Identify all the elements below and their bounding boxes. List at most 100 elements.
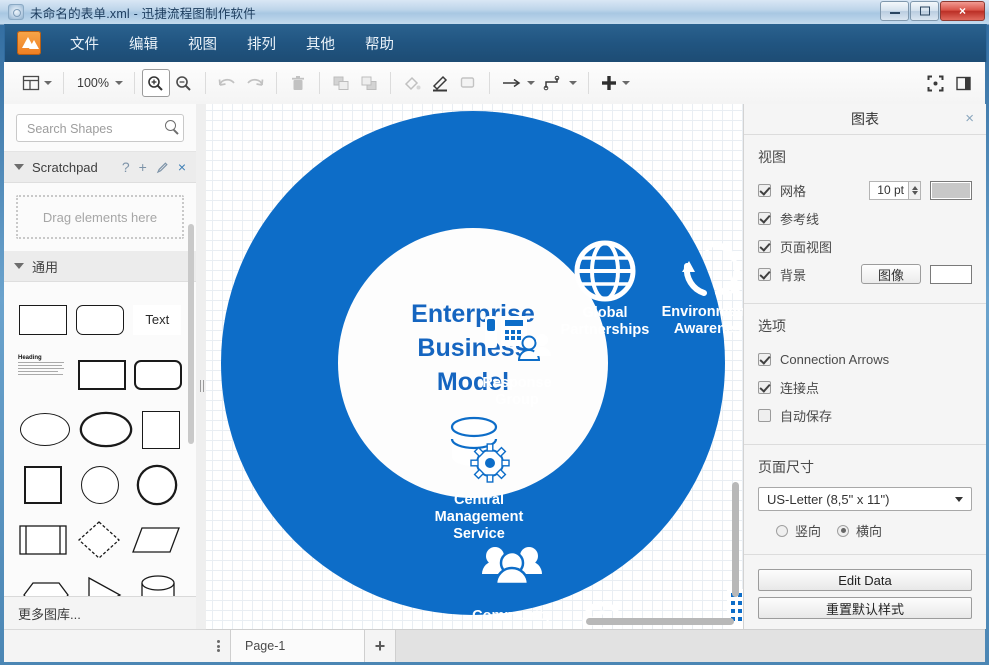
- app-logo-icon: [17, 31, 41, 55]
- diagram-canvas[interactable]: Enterprise Business Model Global Partner…: [206, 104, 743, 629]
- shape-heading-label: Heading: [18, 355, 70, 361]
- more-shapes-link[interactable]: 更多图库...: [4, 596, 196, 629]
- menu-item-extras[interactable]: 其他: [291, 29, 350, 58]
- shape-grid: Text Heading: [4, 282, 196, 622]
- award-gear-icon: [585, 604, 642, 629]
- menu-item-view[interactable]: 视图: [173, 29, 232, 58]
- autosave-label: 自动保存: [780, 406, 832, 425]
- shape-rectangle[interactable]: [19, 305, 67, 335]
- page-view-checkbox[interactable]: [758, 240, 771, 253]
- scratchpad-close-icon[interactable]: ×: [178, 159, 186, 175]
- grid-size-input[interactable]: 10 pt: [869, 181, 909, 200]
- segment-label: Management: [435, 509, 524, 525]
- shape-row: [4, 457, 196, 512]
- search-shapes-area: [4, 104, 196, 152]
- shape-rounded-rectangle[interactable]: [76, 305, 124, 335]
- scratchpad-edit-icon[interactable]: [156, 161, 169, 174]
- shape-parallelogram[interactable]: [131, 526, 181, 554]
- general-section-title: 通用: [32, 257, 58, 276]
- background-color-swatch[interactable]: [930, 265, 972, 284]
- shape-text[interactable]: Text: [133, 305, 181, 335]
- scratchpad-header[interactable]: Scratchpad ? + ×: [4, 152, 196, 183]
- toggle-format-panel-button[interactable]: [949, 69, 977, 97]
- insert-button[interactable]: [596, 69, 634, 97]
- guides-checkbox[interactable]: [758, 212, 771, 225]
- shape-circle[interactable]: [81, 466, 119, 504]
- fill-color-button[interactable]: [398, 69, 426, 97]
- connection-points-checkbox[interactable]: [758, 381, 771, 394]
- shape-double-circle[interactable]: [138, 466, 176, 504]
- circular-infographic[interactable]: Enterprise Business Model Global Partner…: [206, 104, 743, 629]
- toolbar: 100%: [4, 62, 985, 105]
- segment-technology-certificates[interactable]: Technology Certificates: [574, 604, 654, 629]
- shape-process[interactable]: [19, 525, 67, 555]
- redo-button[interactable]: [241, 69, 269, 97]
- shape-row: [4, 512, 196, 567]
- page-tab-page-1[interactable]: Page-1: [231, 630, 365, 662]
- background-image-button[interactable]: 图像: [861, 264, 921, 284]
- zoom-out-button[interactable]: [170, 69, 198, 97]
- shape-square[interactable]: [142, 411, 180, 449]
- page-size-select[interactable]: US-Letter (8,5" x 11"): [758, 487, 972, 511]
- portrait-radio[interactable]: [776, 525, 788, 537]
- scratchpad-add-icon[interactable]: +: [139, 159, 147, 175]
- zoom-in-button[interactable]: [142, 69, 170, 97]
- segment-label: Partnerships: [561, 322, 650, 338]
- app-window-icon: [8, 4, 24, 20]
- landscape-radio[interactable]: [837, 525, 849, 537]
- orientation-radios: 竖向 横向: [758, 521, 972, 540]
- arrow-style-button[interactable]: [497, 69, 539, 97]
- zoom-level-button[interactable]: 100%: [71, 69, 127, 97]
- edit-data-button[interactable]: Edit Data: [758, 569, 972, 591]
- canvas-horizontal-scrollbar[interactable]: [586, 618, 734, 625]
- window-controls: ×: [880, 1, 985, 22]
- general-section-header[interactable]: 通用: [4, 251, 196, 282]
- canvas-vertical-scrollbar[interactable]: [732, 482, 739, 597]
- shape-ellipse[interactable]: [20, 413, 70, 446]
- shape-heading-text[interactable]: Heading: [18, 355, 70, 395]
- search-shapes-box[interactable]: [16, 114, 184, 142]
- scratchpad-help-icon[interactable]: ?: [122, 159, 130, 175]
- maximize-button[interactable]: [910, 1, 939, 21]
- page-menu-button[interactable]: [206, 630, 231, 662]
- menu-item-arrange[interactable]: 排列: [232, 29, 291, 58]
- shape-row: Text: [4, 292, 196, 347]
- fullscreen-button[interactable]: [921, 69, 949, 97]
- send-to-back-button[interactable]: [355, 69, 383, 97]
- menu-item-edit[interactable]: 编辑: [114, 29, 173, 58]
- undo-button[interactable]: [213, 69, 241, 97]
- shape-diamond[interactable]: [77, 520, 121, 560]
- search-input[interactable]: [25, 115, 159, 143]
- shape-style-button[interactable]: [454, 69, 482, 97]
- scratchpad-dropzone[interactable]: Drag elements here: [16, 195, 184, 239]
- shape-thick-rounded-rectangle[interactable]: [134, 360, 182, 390]
- menu-item-help[interactable]: 帮助: [350, 29, 409, 58]
- menu-item-file[interactable]: 文件: [55, 29, 114, 58]
- waypoint-style-button[interactable]: [539, 69, 581, 97]
- landscape-label: 横向: [856, 521, 882, 540]
- line-color-button[interactable]: [426, 69, 454, 97]
- connection-arrows-row: Connection Arrows: [758, 346, 972, 372]
- connection-arrows-checkbox[interactable]: [758, 353, 771, 366]
- background-checkbox[interactable]: [758, 268, 771, 281]
- autosave-checkbox[interactable]: [758, 409, 771, 422]
- add-page-button[interactable]: +: [365, 630, 396, 662]
- minimize-button[interactable]: [880, 1, 909, 21]
- bottom-left-filler: [4, 629, 206, 662]
- grid-row: 网格 10 pt: [758, 177, 972, 203]
- bring-to-front-button[interactable]: [327, 69, 355, 97]
- format-panel-close-icon[interactable]: ×: [965, 110, 974, 127]
- chevron-down-icon: [14, 263, 24, 269]
- grid-checkbox[interactable]: [758, 184, 771, 197]
- toolbar-separator: [276, 72, 277, 94]
- shapes-panel-scrollbar[interactable]: [188, 224, 194, 444]
- shape-thick-square[interactable]: [24, 466, 62, 504]
- close-button[interactable]: ×: [940, 1, 985, 21]
- reset-style-button[interactable]: 重置默认样式: [758, 597, 972, 619]
- view-layout-button[interactable]: [18, 69, 56, 97]
- delete-button[interactable]: [284, 69, 312, 97]
- grid-size-stepper[interactable]: [909, 181, 921, 200]
- shape-double-ellipse[interactable]: [81, 413, 131, 446]
- shape-thick-rectangle[interactable]: [78, 360, 126, 390]
- grid-color-swatch[interactable]: [930, 181, 972, 200]
